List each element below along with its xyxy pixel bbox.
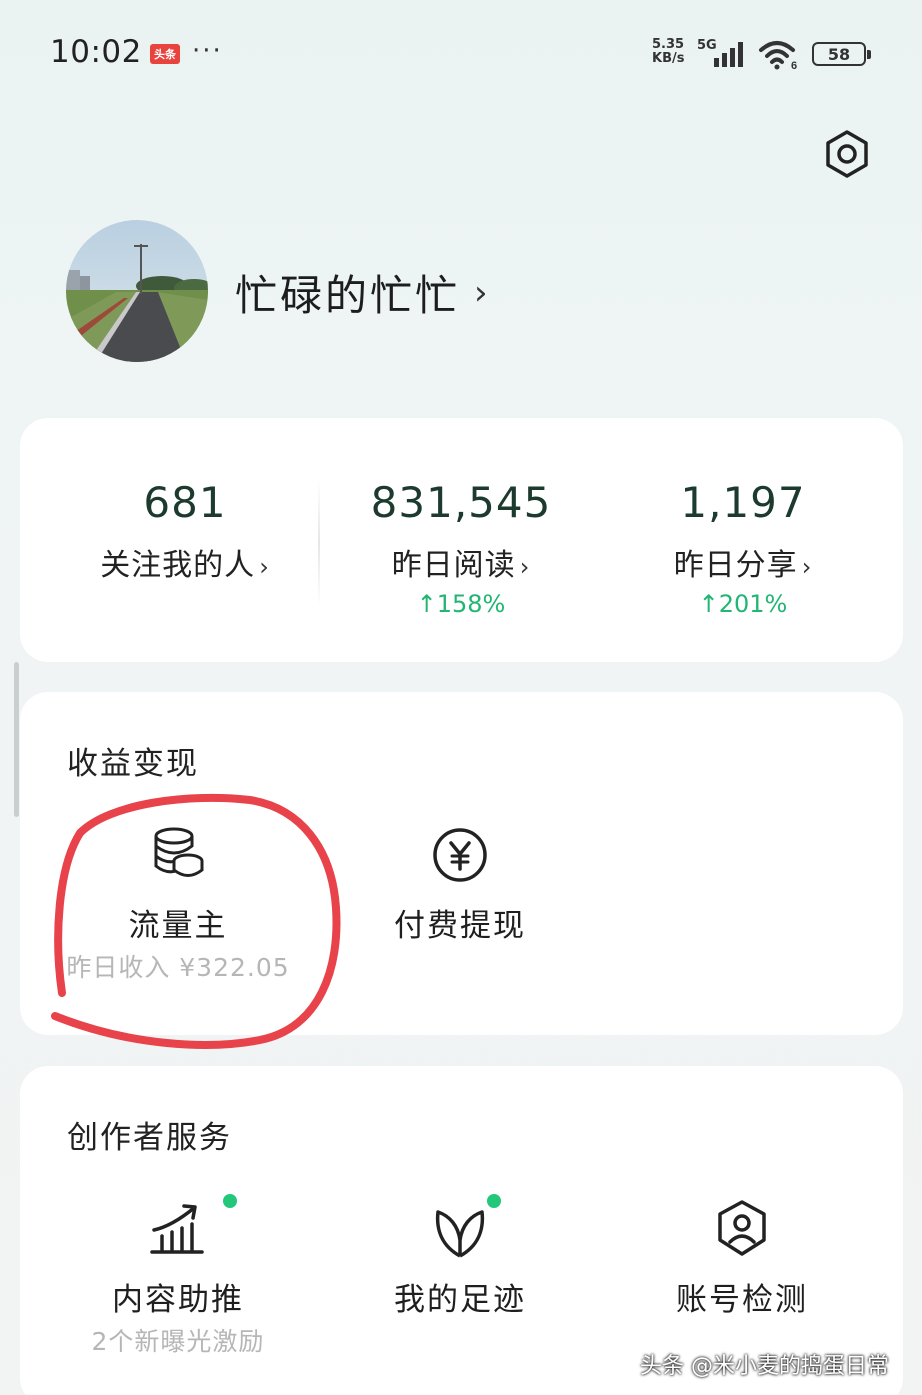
profile-name-link[interactable]: 忙碌的忙忙 › — [235, 262, 491, 323]
more-notifications-icon: ··· — [192, 36, 223, 66]
tool-label: 账号检测 — [676, 1282, 808, 1318]
profile-name: 忙碌的忙忙 — [235, 271, 461, 320]
cellular-signal-icon — [714, 42, 743, 67]
stat-value: 681 — [143, 478, 227, 527]
chevron-right-icon: › — [519, 553, 531, 581]
yen-circle-icon — [433, 828, 487, 882]
stat-value: 831,545 — [370, 478, 552, 527]
new-indicator-dot — [223, 1194, 237, 1208]
stats-card: 681 关注我的人 › 831,545 昨日阅读 › ↑158% 1,197 昨日分… — [20, 418, 903, 662]
stat-value: 1,197 — [680, 478, 806, 527]
avatar-road-image — [66, 220, 208, 362]
network-speed-value: 5.35 — [652, 37, 685, 52]
creator-services-card: 创作者服务 内容助推 2个新曝光激励 我的足迹 账号检测 — [20, 1066, 903, 1395]
tool-label: 我的足迹 — [394, 1282, 526, 1318]
network-speed: 5.35 KB/s — [652, 38, 684, 66]
status-time: 10:02 — [50, 34, 142, 70]
tool-label: 流量主 — [128, 908, 228, 944]
chevron-right-icon: › — [801, 553, 813, 581]
content-boost-button[interactable]: 内容助推 2个新曝光激励 — [38, 1194, 318, 1364]
scroll-indicator — [14, 662, 19, 817]
growth-chart-icon — [150, 1204, 204, 1254]
stat-change: ↑201% — [698, 590, 788, 618]
battery-icon: 58 — [812, 42, 871, 66]
my-footprint-button[interactable]: 我的足迹 — [320, 1194, 600, 1364]
watermark: 头条 @米小麦的捣蛋日常 — [640, 1354, 889, 1379]
stat-label: 昨日分享 › — [673, 548, 813, 583]
earnings-title: 收益变现 — [67, 746, 199, 782]
sprout-icon — [435, 1210, 485, 1258]
creator-services-title: 创作者服务 — [67, 1120, 232, 1156]
chevron-right-icon: › — [474, 272, 491, 313]
status-bar: 10:02 头条 ··· 5.35 KB/s 5G 6 58 — [0, 0, 922, 100]
svg-text:6: 6 — [791, 60, 797, 70]
tool-label: 内容助推 — [112, 1282, 244, 1318]
stat-label: 关注我的人 › — [100, 548, 270, 583]
tool-sublabel: 昨日收入 ¥322.05 — [66, 953, 290, 982]
network-speed-unit: KB/s — [652, 51, 685, 66]
chevron-right-icon: › — [259, 553, 270, 581]
avatar[interactable] — [66, 220, 208, 362]
shield-user-icon — [718, 1200, 766, 1256]
settings-gear-icon[interactable] — [822, 128, 872, 180]
stat-label: 昨日阅读 › — [391, 548, 531, 583]
earnings-card: 收益变现 流量主 昨日收入 ¥322.05 付费提现 — [20, 692, 903, 1035]
coins-icon — [154, 827, 204, 877]
account-check-button[interactable]: 账号检测 — [602, 1194, 882, 1364]
ad-revenue-button[interactable]: 流量主 昨日收入 ¥322.05 — [38, 820, 318, 990]
toutiao-badge-icon: 头条 — [150, 44, 180, 64]
new-indicator-dot — [487, 1194, 501, 1208]
paid-withdraw-button[interactable]: 付费提现 — [320, 820, 600, 990]
wifi-icon: 6 — [759, 41, 797, 70]
tool-sublabel: 2个新曝光激励 — [91, 1327, 265, 1356]
tool-label: 付费提现 — [394, 908, 526, 944]
stat-change: ↑158% — [416, 590, 506, 618]
